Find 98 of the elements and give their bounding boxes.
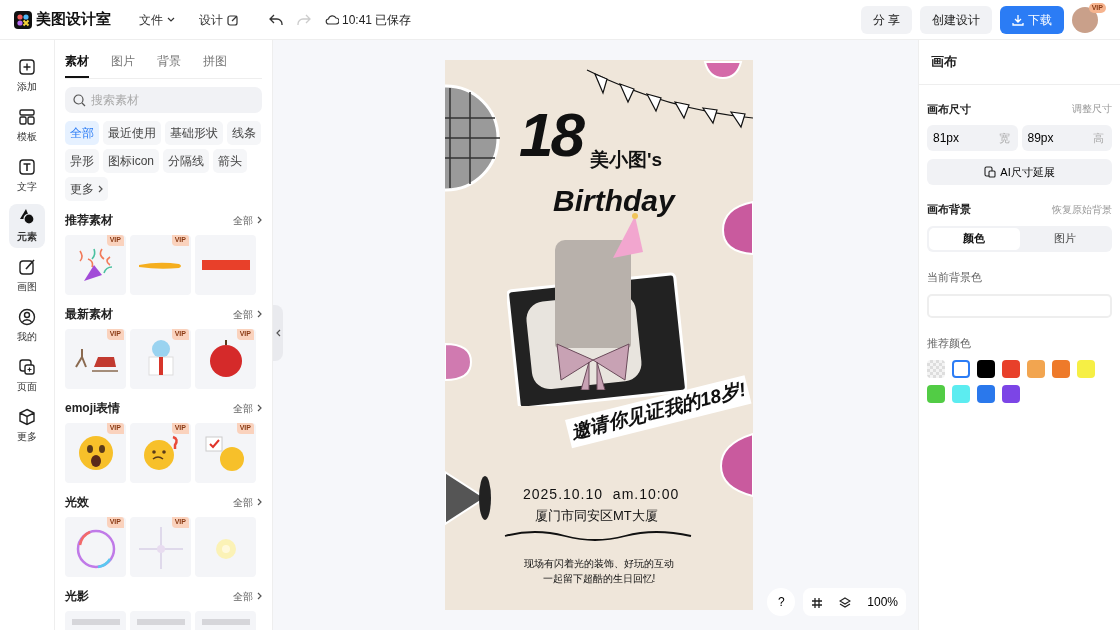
menu-button[interactable]: 设计 — [195, 8, 243, 31]
draw-icon — [18, 258, 36, 276]
poster-title: Birthday — [553, 183, 675, 219]
color-swatch[interactable] — [952, 359, 970, 378]
cloud-icon — [325, 14, 339, 25]
color-swatch[interactable] — [1052, 359, 1070, 378]
section-title: 推荐素材 — [65, 212, 113, 229]
segment-tab[interactable]: 图片 — [1019, 227, 1110, 250]
user-icon — [18, 308, 36, 326]
more-chip[interactable]: 更多 — [65, 177, 108, 201]
view-all-link[interactable]: 全部 — [233, 588, 262, 604]
filter-chip[interactable]: 图标icon — [103, 149, 159, 173]
poster-name: 美小图's — [590, 148, 663, 172]
chevron-down-icon — [167, 16, 175, 23]
chevron-right-icon — [257, 404, 262, 412]
toolbar-button[interactable]: 创建设计 — [920, 5, 992, 34]
text-icon — [18, 158, 36, 176]
section-label: 画布背景 — [927, 202, 971, 217]
view-all-link[interactable]: 全部 — [233, 400, 262, 416]
shapes-icon — [18, 208, 36, 226]
ai-resize-button[interactable]: AI尺寸延展 — [927, 159, 1112, 185]
layers-icon — [839, 596, 852, 609]
filter-chip[interactable]: 最近使用 — [103, 121, 161, 145]
color-swatch[interactable] — [1027, 359, 1045, 378]
undo-icon[interactable] — [269, 13, 283, 26]
unit-label: 高 — [1093, 131, 1104, 146]
color-swatch[interactable] — [927, 384, 945, 403]
color-swatch[interactable] — [952, 384, 970, 403]
color-swatch[interactable] — [977, 384, 995, 403]
sidebar-item[interactable]: 更多 — [9, 404, 45, 448]
sidebar-item[interactable]: 画图 — [9, 254, 45, 298]
sidebar-item[interactable]: 元素 — [9, 204, 45, 248]
filter-chip[interactable]: 全部 — [65, 121, 99, 145]
filter-chip[interactable]: 异形 — [65, 149, 99, 173]
sidebar-item[interactable]: 模板 — [9, 104, 45, 148]
section-title: emoji表情 — [65, 400, 121, 417]
menu-dropdown[interactable]: 文件 — [135, 8, 179, 31]
search-field[interactable]: 搜索素材 — [65, 87, 262, 113]
sidebar-item[interactable]: 我的 — [9, 304, 45, 348]
poster-address: 厦门市同安区MT大厦 — [535, 507, 658, 525]
chevron-right-icon — [257, 216, 262, 224]
sidebar-item[interactable]: 添加 — [9, 54, 45, 98]
download-icon — [1012, 13, 1024, 26]
color-swatch[interactable] — [977, 359, 995, 378]
view-all-link[interactable]: 全部 — [233, 306, 262, 322]
color-swatch[interactable] — [1077, 359, 1095, 378]
view-all-link[interactable]: 全部 — [233, 494, 262, 510]
view-all-link[interactable]: 全部 — [233, 212, 262, 228]
sidebar-item[interactable]: 文字 — [9, 154, 45, 198]
edit-icon — [227, 13, 239, 26]
color-swatch[interactable] — [1002, 384, 1020, 403]
chevron-right-icon — [257, 498, 262, 506]
unit-label: 宽 — [998, 131, 1010, 146]
panel-title: 画布 — [919, 40, 1120, 85]
sticker-tile[interactable] — [195, 235, 256, 295]
chevron-right-icon — [257, 310, 262, 318]
panel-collapse-handle[interactable] — [273, 305, 283, 361]
resize-icon — [984, 166, 997, 178]
filter-chip[interactable]: 箭头 — [213, 149, 247, 173]
app-logo-icon — [14, 10, 32, 29]
poster-datetime: 2025.10.10 am.10:00 — [523, 485, 680, 504]
poster-text: 一起留下超酷的生日回忆! — [541, 572, 657, 586]
panel-tab[interactable]: 拼图 — [203, 50, 227, 78]
bar-shape-image — [201, 260, 250, 270]
panel-tab[interactable]: 素材 — [65, 50, 89, 78]
sidebar-item[interactable]: 页面 — [9, 354, 45, 398]
panel-tab[interactable]: 背景 — [157, 50, 181, 78]
section-title: 光效 — [65, 494, 89, 511]
field-label: 当前背景色 — [927, 270, 982, 283]
chevron-right-icon — [257, 592, 262, 600]
filter-chip[interactable]: 基础形状 — [165, 121, 223, 145]
sparkle-image — [136, 525, 185, 569]
download-button[interactable]: 下载 — [1000, 5, 1064, 34]
section-title: 最新素材 — [65, 306, 113, 323]
help-button[interactable]: ? — [767, 588, 796, 616]
brush-stroke-image — [138, 261, 183, 269]
panel-tab[interactable]: 图片 — [111, 50, 135, 78]
section-title: 光影 — [65, 588, 89, 605]
poster-number: 18 — [519, 104, 582, 166]
chevron-right-icon — [98, 185, 103, 193]
section-label: 画布尺寸 — [927, 101, 971, 117]
layout-icon — [18, 108, 36, 126]
color-swatch[interactable] — [1002, 359, 1020, 378]
add-icon — [18, 58, 36, 76]
filter-chip[interactable]: 分隔线 — [163, 149, 209, 173]
save-status: 10:41 已保存 — [342, 11, 412, 29]
poster-text: 现场有闪着光的装饰、好玩的互动 — [523, 557, 675, 571]
app-name: 美图设计室 — [36, 9, 111, 30]
field-label: 推荐颜色 — [927, 336, 971, 349]
page-add-icon — [18, 358, 36, 376]
sticker-tile[interactable] — [195, 517, 256, 577]
chevron-left-icon — [275, 329, 281, 337]
transparent-swatch[interactable] — [927, 359, 945, 378]
grid-icon — [811, 596, 824, 609]
filter-chip[interactable]: 线条 — [227, 121, 261, 145]
toolbar-button[interactable]: 分 享 — [860, 5, 912, 34]
cube-icon — [18, 408, 36, 426]
segment-tab[interactable]: 颜色 — [929, 227, 1020, 250]
